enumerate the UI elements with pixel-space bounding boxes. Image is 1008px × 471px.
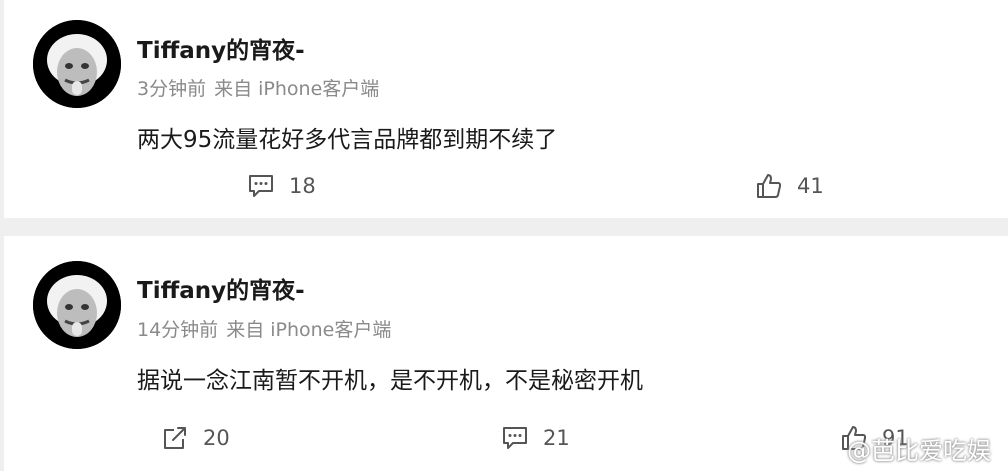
- comment-icon: [247, 172, 275, 200]
- weibo-logo-icon: [815, 435, 843, 463]
- username[interactable]: Tiffany的宵夜-: [137, 31, 305, 65]
- comment-count: 18: [289, 174, 316, 198]
- watermark-text: @芭比爱吃娱: [847, 437, 991, 465]
- comment-text: 据说一念江南暂不开机，是不开机，不是秘密开机: [137, 368, 643, 394]
- comment-meta: 14分钟前 来自 iPhone客户端: [137, 315, 391, 342]
- repost-button[interactable]: 20: [161, 424, 230, 452]
- repost-count: 20: [203, 426, 230, 450]
- comment-count: 21: [543, 426, 570, 450]
- comment-icon: [501, 424, 529, 452]
- avatar[interactable]: [33, 20, 121, 108]
- comment-button[interactable]: 18: [247, 172, 316, 200]
- comment-text: 两大95流量花好多代言品牌都到期不续了: [137, 127, 558, 153]
- like-button[interactable]: 41: [755, 172, 824, 200]
- source-label: 来自 iPhone客户端: [226, 319, 392, 341]
- username[interactable]: Tiffany的宵夜-: [137, 271, 305, 305]
- comment-card: Tiffany的宵夜- 3分钟前 来自 iPhone客户端 两大95流量花好多代言…: [4, 0, 1008, 218]
- source-label: 来自 iPhone客户端: [214, 78, 380, 100]
- timestamp: 3分钟前: [137, 78, 207, 100]
- like-count: 41: [797, 174, 824, 198]
- watermark: @芭比爱吃娱: [815, 431, 991, 466]
- thumbs-up-icon: [755, 172, 783, 200]
- comment-button[interactable]: 21: [501, 424, 570, 452]
- comment-meta: 3分钟前 来自 iPhone客户端: [137, 74, 379, 101]
- repost-icon: [161, 424, 189, 452]
- avatar[interactable]: [33, 261, 121, 349]
- timestamp: 14分钟前: [137, 319, 219, 341]
